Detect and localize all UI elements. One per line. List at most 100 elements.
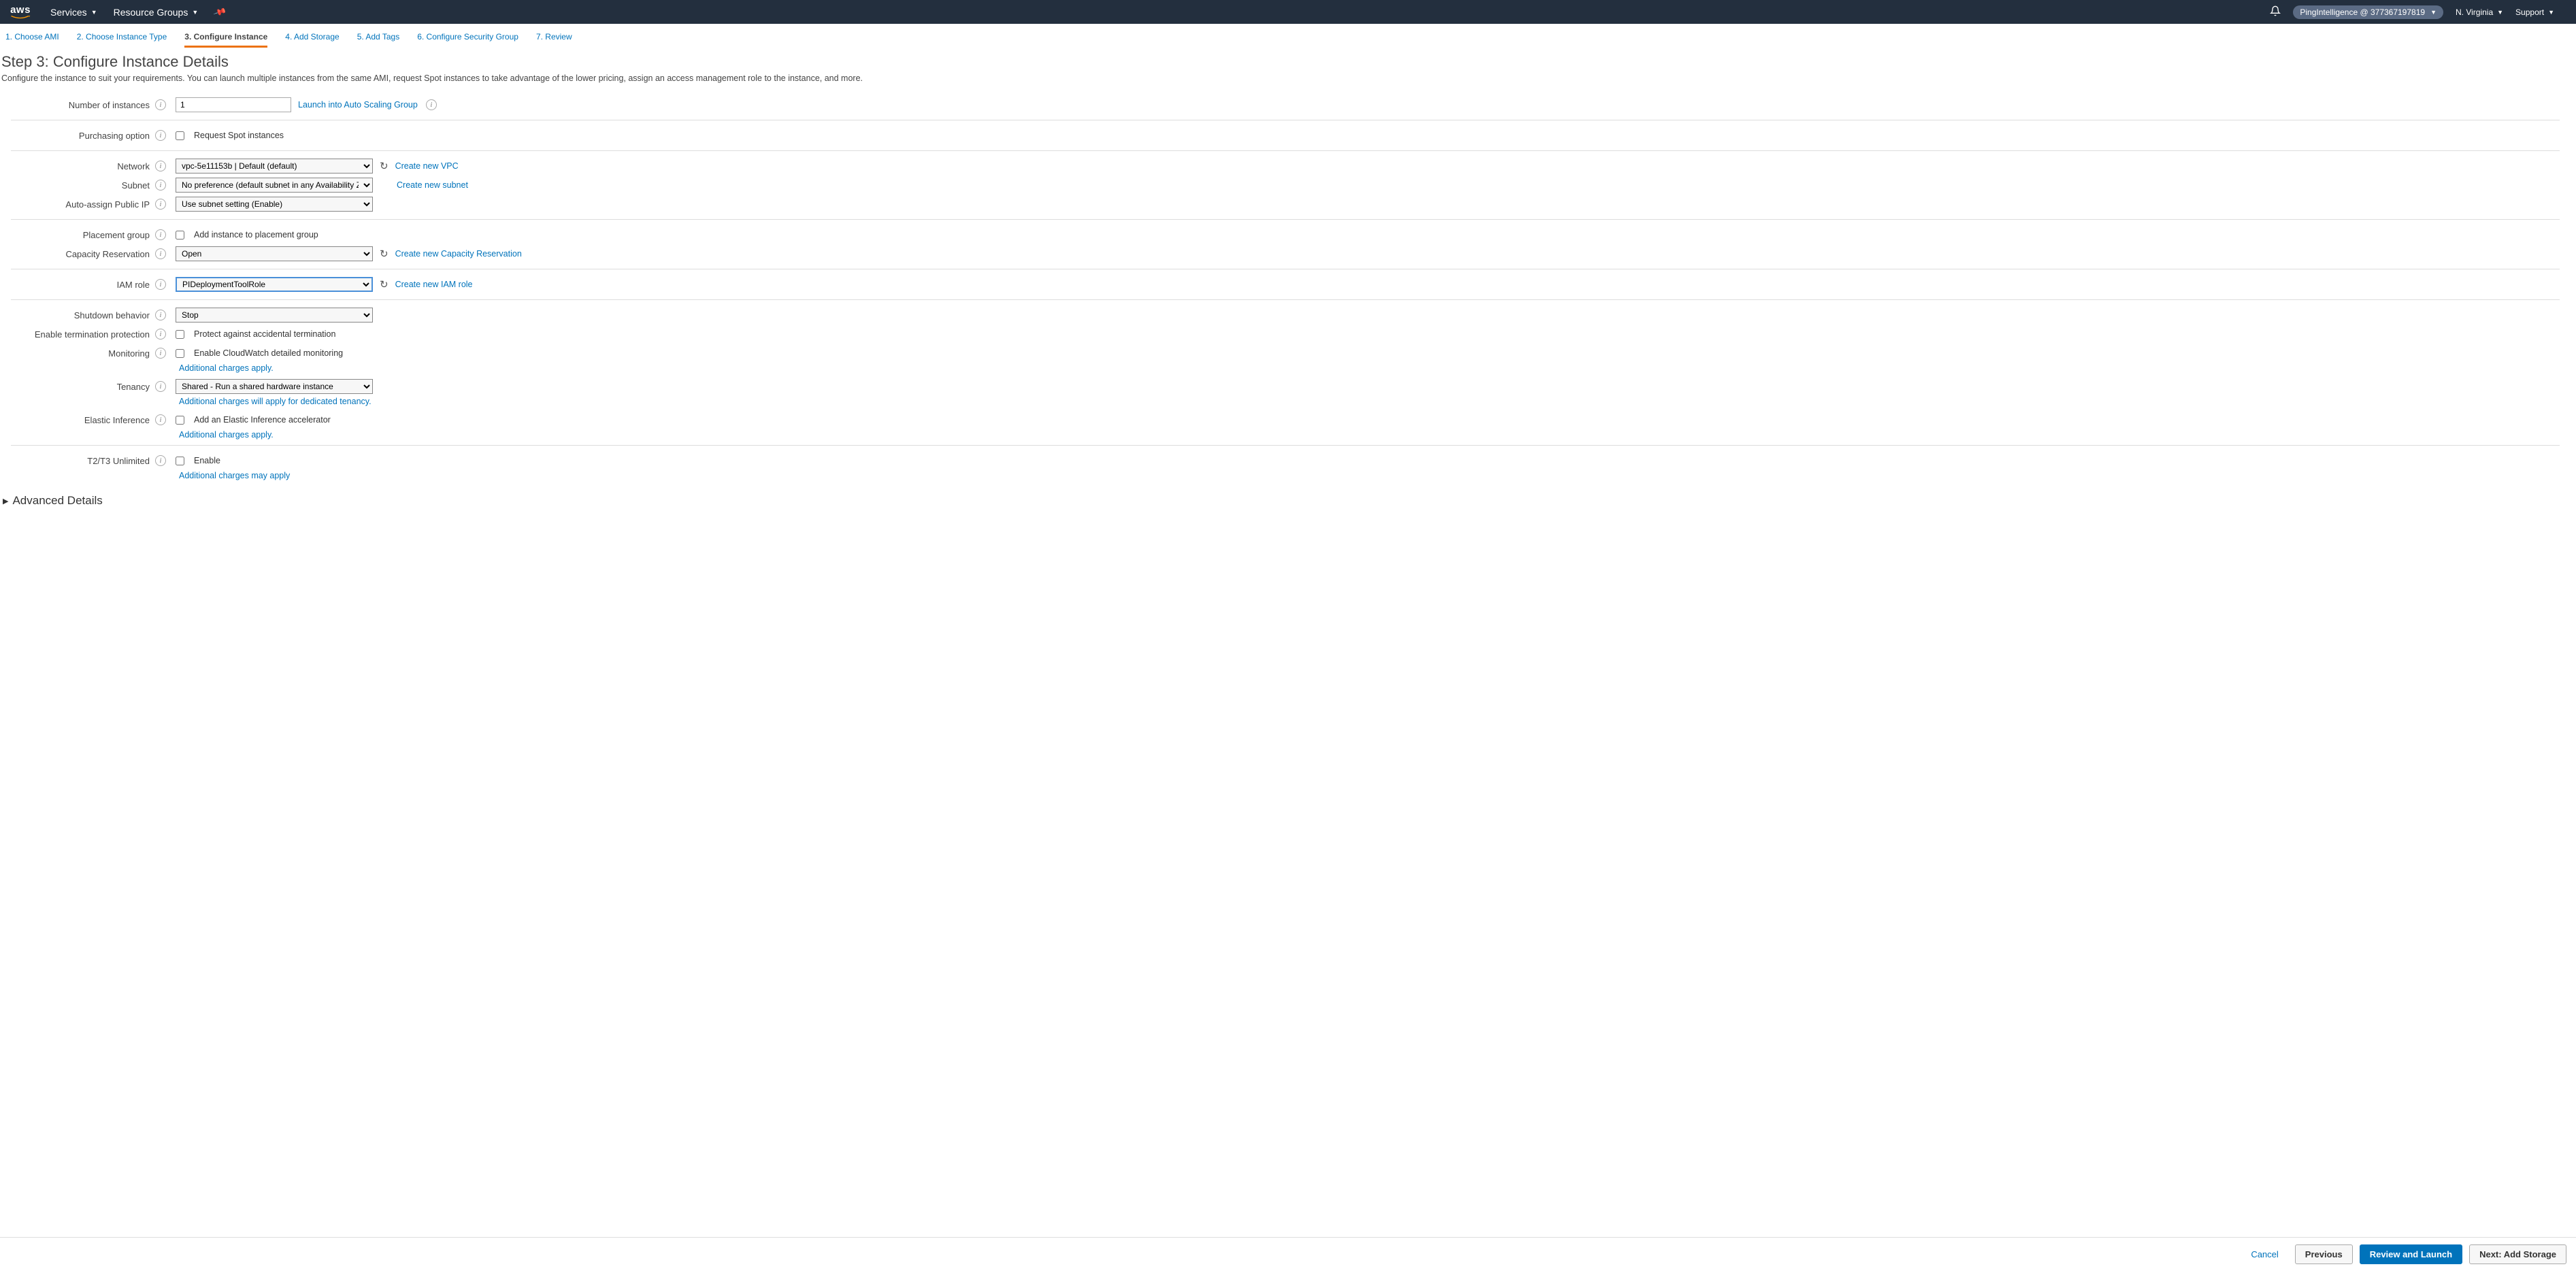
create-capacity-link[interactable]: Create new Capacity Reservation [395,249,522,259]
step-configure-instance: 3. Configure Instance [184,29,267,48]
refresh-icon[interactable]: ↻ [380,248,389,260]
placement-label: Placement group [11,230,154,240]
caret-down-icon: ▼ [2497,9,2503,16]
caret-right-icon: ▶ [3,497,8,506]
tenancy-label: Tenancy [11,382,154,392]
refresh-icon[interactable]: ↻ [380,278,389,291]
info-icon[interactable]: i [155,248,166,259]
info-icon[interactable]: i [155,130,166,141]
wizard-steps: 1. Choose AMI 2. Choose Instance Type 3.… [0,24,2576,48]
aws-logo[interactable]: aws [10,5,31,19]
step-choose-ami[interactable]: 1. Choose AMI [5,29,59,48]
info-icon[interactable]: i [155,199,166,210]
aws-swoosh-icon [10,15,31,19]
caret-down-icon: ▼ [192,9,198,16]
bell-icon[interactable] [2270,5,2281,18]
tenancy-note[interactable]: Additional charges will apply for dedica… [179,397,2560,406]
shutdown-select[interactable]: Stop [176,308,373,323]
cancel-button[interactable]: Cancel [2241,1245,2288,1264]
page-title: Step 3: Configure Instance Details [1,53,2569,71]
capacity-select[interactable]: Open [176,246,373,261]
info-icon[interactable]: i [155,310,166,320]
info-icon[interactable]: i [155,414,166,425]
shutdown-label: Shutdown behavior [11,310,154,320]
info-icon[interactable]: i [155,455,166,466]
next-add-storage-button[interactable]: Next: Add Storage [2469,1244,2566,1264]
t2t3-checkbox[interactable] [176,457,184,465]
region-menu[interactable]: N. Virginia ▼ [2456,7,2503,17]
network-select[interactable]: vpc-5e11153b | Default (default) [176,159,373,174]
nav-resource-groups[interactable]: Resource Groups ▼ [114,7,199,18]
num-instances-input[interactable] [176,97,291,112]
autoip-label: Auto-assign Public IP [11,199,154,210]
create-vpc-link[interactable]: Create new VPC [395,161,459,171]
monitoring-label: Monitoring [11,348,154,359]
caret-down-icon: ▼ [2430,9,2437,16]
iam-role-select[interactable]: PIDeploymentToolRole [176,277,373,292]
step-add-storage[interactable]: 4. Add Storage [285,29,339,48]
account-menu[interactable]: PingIntelligence @ 377367197819 ▼ [2293,5,2443,19]
aws-logo-text: aws [10,5,31,15]
caret-down-icon: ▼ [2548,9,2554,16]
info-icon[interactable]: i [155,279,166,290]
nav-services-label: Services [50,7,87,18]
create-iam-link[interactable]: Create new IAM role [395,280,473,289]
create-subnet-link[interactable]: Create new subnet [397,180,468,190]
step-review[interactable]: 7. Review [536,29,572,48]
info-icon[interactable]: i [155,329,166,340]
footer-bar: Cancel Previous Review and Launch Next: … [0,1237,2576,1271]
monitoring-checkbox-label: Enable CloudWatch detailed monitoring [194,348,343,358]
subnet-label: Subnet [11,180,154,191]
step-configure-security-group[interactable]: 6. Configure Security Group [417,29,518,48]
info-icon[interactable]: i [155,99,166,110]
refresh-icon[interactable]: ↻ [380,160,389,172]
region-label: N. Virginia [2456,7,2493,17]
caret-down-icon: ▼ [91,9,97,16]
info-icon[interactable]: i [155,348,166,359]
subnet-select[interactable]: No preference (default subnet in any Ava… [176,178,373,193]
step-choose-instance-type[interactable]: 2. Choose Instance Type [77,29,167,48]
nav-resource-groups-label: Resource Groups [114,7,188,18]
launch-asg-link[interactable]: Launch into Auto Scaling Group [298,100,418,110]
capacity-label: Capacity Reservation [11,249,154,259]
placement-checkbox-label: Add instance to placement group [194,230,318,240]
step-add-tags[interactable]: 5. Add Tags [357,29,400,48]
t2t3-checkbox-label: Enable [194,456,220,465]
placement-checkbox[interactable] [176,231,184,240]
spot-instances-label: Request Spot instances [194,131,284,140]
termination-checkbox[interactable] [176,330,184,339]
monitoring-note[interactable]: Additional charges apply. [179,363,2560,373]
info-icon[interactable]: i [155,381,166,392]
info-icon[interactable]: i [426,99,437,110]
advanced-details-toggle[interactable]: ▶ Advanced Details [1,490,2569,512]
nav-services[interactable]: Services ▼ [50,7,97,18]
top-nav: aws Services ▼ Resource Groups ▼ 📌 PingI… [0,0,2576,24]
review-launch-button[interactable]: Review and Launch [2360,1244,2462,1264]
page-body: Step 3: Configure Instance Details Confi… [0,48,2576,559]
spot-instances-checkbox[interactable] [176,131,184,140]
network-label: Network [11,161,154,171]
autoip-select[interactable]: Use subnet setting (Enable) [176,197,373,212]
info-icon[interactable]: i [155,180,166,191]
iam-label: IAM role [11,280,154,290]
elastic-checkbox-label: Add an Elastic Inference accelerator [194,415,331,425]
t2t3-label: T2/T3 Unlimited [11,456,154,466]
account-label: PingIntelligence @ 377367197819 [2300,7,2425,17]
elastic-checkbox[interactable] [176,416,184,425]
page-description: Configure the instance to suit your requ… [1,73,2569,83]
monitoring-checkbox[interactable] [176,349,184,358]
elastic-note[interactable]: Additional charges apply. [179,430,2560,440]
t2t3-note[interactable]: Additional charges may apply [179,471,2560,480]
support-label: Support [2515,7,2544,17]
num-instances-label: Number of instances [11,100,154,110]
info-icon[interactable]: i [155,161,166,171]
elastic-label: Elastic Inference [11,415,154,425]
support-menu[interactable]: Support ▼ [2515,7,2554,17]
info-icon[interactable]: i [155,229,166,240]
termination-label: Enable termination protection [11,329,154,340]
tenancy-select[interactable]: Shared - Run a shared hardware instance [176,379,373,394]
advanced-details-label: Advanced Details [12,494,102,508]
pin-icon[interactable]: 📌 [213,5,227,19]
termination-checkbox-label: Protect against accidental termination [194,329,335,339]
previous-button[interactable]: Previous [2295,1244,2353,1264]
